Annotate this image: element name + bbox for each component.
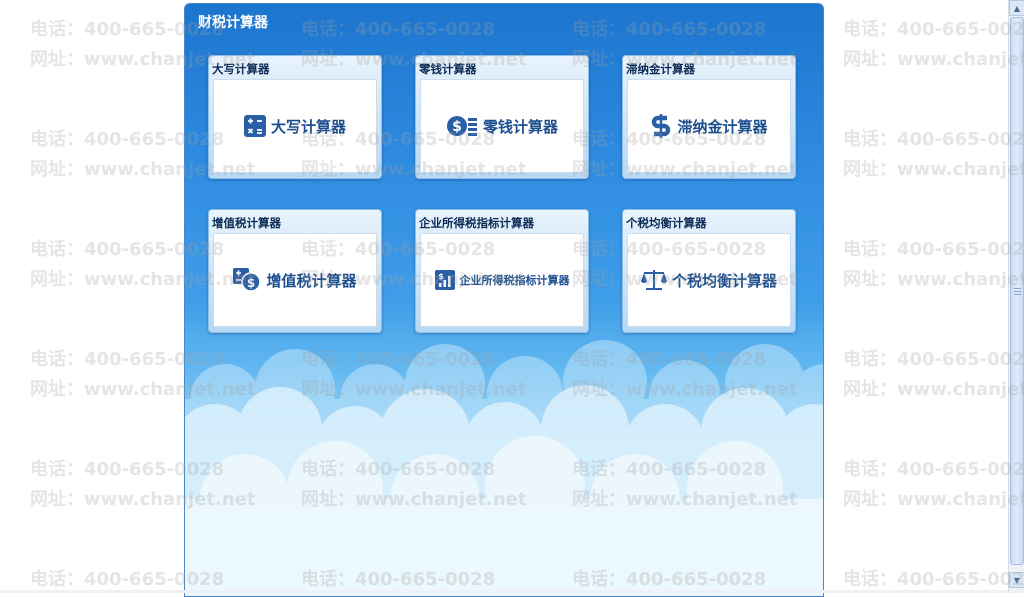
watermark-phone: 电话：400-665-0028	[843, 19, 1024, 40]
svg-text:$: $	[438, 272, 444, 281]
bar-chart-icon: $	[434, 270, 455, 290]
card-income-tax-balance-calculator: 个税均衡计算器 个税均衡计算器	[622, 209, 796, 333]
card-late-fee-calculator: 滞纳金计算器 滞纳金计算器	[622, 55, 796, 179]
watermark-site: 网址：www.chanjet.net	[843, 379, 1024, 400]
tax-coin-icon: $	[233, 268, 262, 292]
card-label: 零钱计算器	[419, 62, 477, 76]
calculator-icon	[243, 115, 266, 137]
watermark-site: 网址：www.chanjet.net	[843, 159, 1024, 180]
late-fee-calculator-text: 滞纳金计算器	[677, 117, 768, 136]
watermark-phone: 电话：400-665-0028	[843, 349, 1024, 370]
card-label: 企业所得税指标计算器	[419, 216, 534, 230]
balance-scale-icon	[640, 269, 667, 291]
vat-calculator-button[interactable]: $ 增值税计算器	[213, 233, 377, 327]
uppercase-calculator-button[interactable]: 大写计算器	[213, 79, 377, 173]
card-label: 大写计算器	[212, 62, 270, 76]
coin-stack-icon: $	[446, 115, 478, 137]
card-uppercase-calculator: 大写计算器 大写计算器	[208, 55, 382, 179]
scroll-thumb[interactable]	[1010, 17, 1024, 565]
card-label: 滞纳金计算器	[626, 62, 695, 76]
panel-title: 财税计算器	[198, 15, 268, 31]
corporate-tax-calculator-button[interactable]: $ 企业所得税指标计算器	[420, 233, 584, 327]
vertical-scrollbar[interactable]: ▲ ▼	[1008, 0, 1024, 593]
scroll-down-button[interactable]: ▼	[1009, 572, 1024, 588]
change-calculator-button[interactable]: $ 零钱计算器	[420, 79, 584, 173]
watermark-phone: 电话：400-665-0028	[843, 239, 1024, 260]
svg-text:$: $	[247, 276, 255, 290]
card-change-calculator: 零钱计算器 $ 零钱计算器	[415, 55, 589, 179]
late-fee-calculator-button[interactable]: 滞纳金计算器	[627, 79, 791, 173]
watermark-site: 网址：www.chanjet.net	[843, 49, 1024, 70]
watermark-phone: 电话：400-665-0028	[843, 459, 1024, 480]
card-corporate-tax-calculator: 企业所得税指标计算器 $ 企业所得税指标计算器	[415, 209, 589, 333]
change-calculator-text: 零钱计算器	[482, 117, 558, 136]
watermark-phone: 电话：400-665-0028	[843, 129, 1024, 150]
calculator-panel: 财税计算器 大写计算器 大写计算器 零钱计算器 $ 零钱计算器 滞纳金计算器 滞…	[184, 3, 824, 597]
income-tax-balance-calculator-text: 个税均衡计算器	[671, 271, 777, 290]
watermark-site: 网址：www.chanjet.net	[843, 489, 1024, 510]
income-tax-balance-calculator-button[interactable]: 个税均衡计算器	[627, 233, 791, 327]
scroll-up-button[interactable]: ▲	[1009, 0, 1024, 16]
corporate-tax-calculator-text: 企业所得税指标计算器	[459, 274, 570, 287]
scroll-grip-icon	[1014, 288, 1021, 289]
watermark-site: 网址：www.chanjet.net	[843, 269, 1024, 290]
vat-calculator-text: 增值税计算器	[266, 271, 357, 290]
card-vat-calculator: 增值税计算器 $ 增值税计算器	[208, 209, 382, 333]
svg-text:$: $	[452, 119, 462, 135]
dollar-icon	[650, 114, 672, 138]
card-label: 个税均衡计算器	[626, 216, 707, 230]
uppercase-calculator-text: 大写计算器	[270, 117, 346, 136]
card-label: 增值税计算器	[212, 216, 281, 230]
